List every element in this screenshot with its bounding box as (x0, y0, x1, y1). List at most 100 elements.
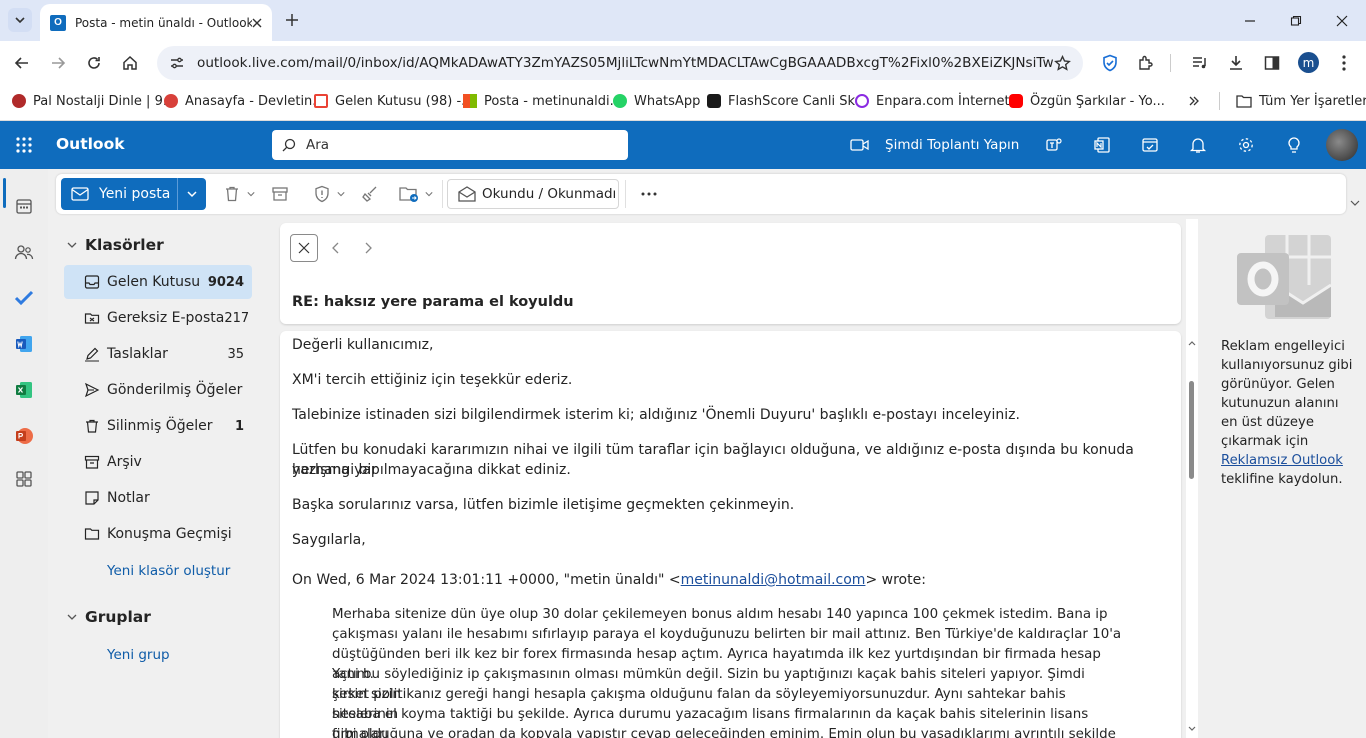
read-unread-button[interactable]: Okundu / Okunmadı (447, 179, 619, 209)
calendar-app-button[interactable] (10, 192, 38, 220)
delete-button[interactable] (218, 180, 260, 208)
folders-section-header[interactable]: Klasörler (64, 233, 164, 257)
minimize-icon (1245, 19, 1255, 22)
more-actions-button[interactable] (636, 180, 662, 208)
restore-button[interactable] (1273, 0, 1319, 41)
chrome-menu-button[interactable] (1329, 48, 1359, 78)
archive-button[interactable] (266, 180, 294, 208)
powerpoint-app-button[interactable] (10, 422, 38, 450)
ad-message: Reklam engelleyici kullanıyorsunuz gibi … (1221, 337, 1357, 489)
move-to-button[interactable] (396, 180, 436, 208)
bookmark-item[interactable]: FlashScore Canli Sk... (707, 91, 867, 111)
next-message-button[interactable] (360, 238, 376, 258)
new-tab-button[interactable] (282, 10, 302, 30)
excel-app-button[interactable] (10, 376, 38, 404)
bookmark-star-icon[interactable] (1054, 54, 1071, 72)
new-group-link[interactable]: Yeni grup (107, 647, 170, 663)
bookmark-item[interactable]: Pal Nostalji Dinle | 9... (12, 91, 175, 111)
bookmark-item[interactable]: WhatsApp (613, 91, 700, 111)
teams-button[interactable] (1040, 133, 1068, 157)
my-day-button[interactable] (1136, 133, 1164, 157)
reload-icon (88, 57, 100, 69)
bookmark-item[interactable]: Özgün Şarkılar - Yo... (1009, 91, 1165, 111)
people-app-button[interactable] (10, 238, 38, 266)
scroll-up-icon[interactable] (1188, 340, 1196, 346)
ribbon-expand-button[interactable] (1348, 196, 1362, 210)
bookmarks-overflow-button[interactable] (1188, 91, 1200, 111)
profile-avatar[interactable]: m (1298, 52, 1319, 73)
bookmark-item[interactable]: Enpara.com İnternet... (855, 91, 1022, 111)
todo-check-icon (14, 290, 34, 306)
chevron-down-icon (15, 17, 25, 24)
message-subject: RE: haksız yere parama el koyuldu (292, 294, 574, 310)
bookmark-item[interactable]: Gelen Kutusu (98) -... (314, 91, 474, 111)
reload-button[interactable] (79, 48, 109, 78)
quote-email-link[interactable]: metinunaldi@hotmail.com (681, 572, 866, 588)
extension-shield-button[interactable] (1095, 48, 1125, 78)
back-button[interactable] (7, 48, 37, 78)
todo-app-button[interactable] (10, 284, 38, 312)
folder-inbox[interactable]: Gelen Kutusu 9024 (64, 265, 252, 299)
app-launcher-button[interactable] (12, 133, 36, 157)
rail-active-indicator (3, 178, 6, 208)
extensions-button[interactable] (1131, 48, 1161, 78)
meet-now-button[interactable]: Şimdi Toplantı Yapın (850, 133, 1019, 157)
ad-free-link[interactable]: Reklamsız Outlook (1221, 453, 1343, 468)
browser-tab[interactable]: O Posta - metin ünaldı - Outlook (40, 4, 272, 41)
word-app-button[interactable] (10, 330, 38, 358)
bookmark-favicon-icon (12, 94, 26, 108)
previous-message-button[interactable] (328, 238, 344, 258)
microsoft-icon (463, 94, 477, 108)
bookmark-item[interactable]: Posta - metinunaldi... (463, 91, 622, 111)
side-panel-icon (1264, 56, 1280, 70)
new-mail-dropdown[interactable] (178, 178, 206, 210)
onenote-button[interactable] (1088, 133, 1116, 157)
all-bookmarks-button[interactable]: Tüm Yer İşaretleri (1236, 91, 1366, 111)
downloads-button[interactable] (1221, 48, 1251, 78)
sweep-button[interactable] (356, 180, 384, 208)
new-folder-link[interactable]: Yeni klasör oluştur (107, 563, 230, 579)
folder-notes[interactable]: Notlar (64, 481, 252, 515)
scrollbar-thumb[interactable] (1189, 381, 1194, 479)
new-mail-button[interactable]: Yeni posta (61, 178, 206, 210)
address-bar[interactable]: outlook.live.com/mail/0/inbox/id/AQMkADA… (157, 46, 1083, 80)
scroll-down-icon[interactable] (1188, 726, 1196, 732)
folder-conversation-history[interactable]: Konuşma Geçmişi (64, 517, 252, 551)
forward-button[interactable] (43, 48, 73, 78)
user-avatar[interactable] (1326, 129, 1358, 161)
bookmark-item[interactable]: Anasayfa - Devletin... (164, 91, 325, 111)
site-settings-icon[interactable] (169, 55, 185, 71)
more-apps-button[interactable] (10, 465, 38, 493)
folder-sent[interactable]: Gönderilmiş Öğeler (64, 373, 252, 407)
side-panel-button[interactable] (1257, 48, 1287, 78)
new-mail-main[interactable]: Yeni posta (61, 178, 177, 210)
apps-grid-icon (16, 471, 32, 487)
settings-button[interactable] (1232, 133, 1260, 157)
folder-drafts[interactable]: Taslaklar 35 (64, 337, 252, 371)
groups-section-header[interactable]: Gruplar (64, 605, 151, 629)
folder-archive[interactable]: Arşiv (64, 445, 252, 479)
calendar-icon (16, 199, 32, 214)
whatsapp-icon (613, 94, 627, 108)
home-button[interactable] (115, 48, 145, 78)
more-vertical-icon (1342, 55, 1346, 71)
quote-header-suffix: > wrote: (865, 572, 926, 588)
folder-deleted[interactable]: Silinmiş Öğeler 1 (64, 409, 252, 443)
tips-button[interactable] (1280, 133, 1308, 157)
close-message-button[interactable] (290, 234, 318, 262)
folder-junk[interactable]: Gereksiz E-posta 217 (64, 301, 252, 335)
report-button[interactable] (308, 180, 350, 208)
app-name[interactable]: Outlook (56, 135, 125, 153)
search-box[interactable]: Ara (272, 130, 628, 160)
quote-line: Merhaba sitenize dün üye olup 30 dolar ç… (332, 607, 1108, 622)
tab-search-button[interactable] (8, 8, 32, 32)
folder-label: Gereksiz E-posta (107, 310, 225, 326)
quote-header-prefix: On Wed, 6 Mar 2024 13:01:11 +0000, "meti… (292, 572, 681, 588)
close-tab-icon[interactable] (252, 18, 262, 28)
chevron-down-icon (67, 614, 77, 620)
close-window-button[interactable] (1319, 0, 1365, 41)
message-scrollbar[interactable] (1186, 331, 1198, 738)
media-control-button[interactable] (1185, 48, 1215, 78)
notifications-button[interactable] (1184, 133, 1212, 157)
minimize-button[interactable] (1227, 0, 1273, 41)
